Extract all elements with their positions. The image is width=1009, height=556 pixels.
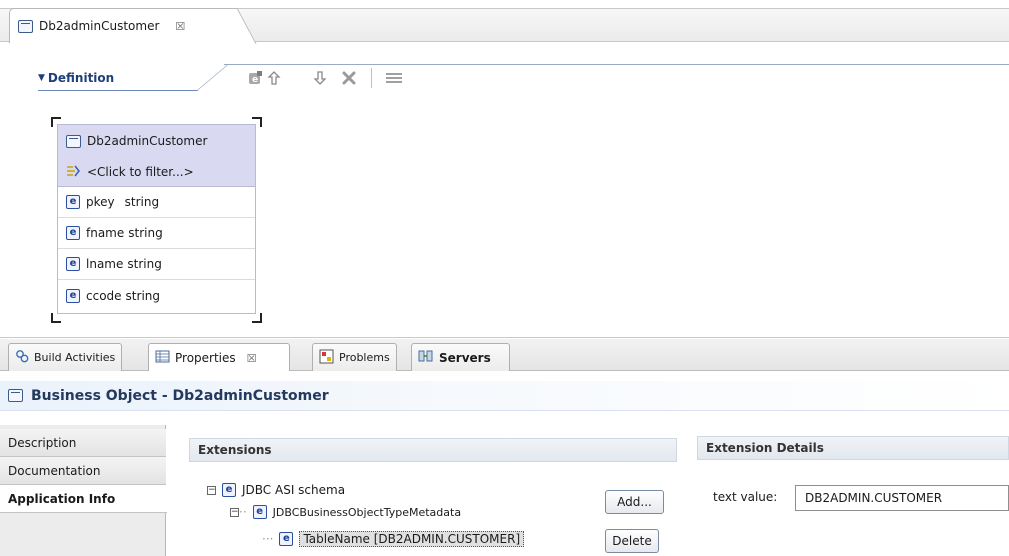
move-up-icon[interactable] xyxy=(264,68,284,88)
editor-tab-db2admincustomer[interactable]: Db2adminCustomer ☒ xyxy=(9,8,234,43)
attribute-name: lname xyxy=(86,257,124,271)
properties-side-tabs: Description Documentation Application In… xyxy=(0,425,167,556)
problems-icon xyxy=(319,349,334,367)
close-icon[interactable]: ☒ xyxy=(175,20,185,33)
business-object-header: Db2adminCustomer <Click to filter...> xyxy=(58,125,255,187)
element-icon: e xyxy=(222,483,236,497)
editor-tab-label: Db2adminCustomer xyxy=(39,19,160,33)
tab-properties[interactable]: Properties ☒ xyxy=(148,343,290,372)
collapse-icon[interactable]: − xyxy=(230,507,239,517)
element-icon: e xyxy=(66,257,80,271)
attribute-row[interactable]: e fname string xyxy=(58,218,255,249)
text-value-field[interactable]: DB2ADMIN.CUSTOMER xyxy=(795,485,1009,511)
side-tab-label: Documentation xyxy=(8,463,101,478)
collapse-icon[interactable]: − xyxy=(207,485,216,495)
definition-header-line xyxy=(224,64,1009,65)
tree-item-tablename[interactable]: ··· e TableName [DB2ADMIN.CUSTOMER] xyxy=(262,529,525,549)
business-object-icon xyxy=(8,389,23,402)
element-icon: e xyxy=(279,532,294,546)
side-tab-application-info[interactable]: Application Info xyxy=(0,485,167,513)
tree-item-label: TableName [DB2ADMIN.CUSTOMER] xyxy=(299,531,525,547)
tree-item-jdbc-asi-schema[interactable]: − e JDBC ASI schema xyxy=(207,480,345,500)
side-tab-label: Application Info xyxy=(8,491,116,506)
properties-icon xyxy=(155,350,170,366)
attribute-type: string xyxy=(124,195,160,209)
side-tab-documentation[interactable]: Documentation xyxy=(0,457,166,485)
element-icon: e xyxy=(66,288,80,303)
properties-title-bar: Business Object - Db2adminCustomer xyxy=(0,381,1009,411)
tab-label: Servers xyxy=(439,350,491,365)
text-value-label: text value: xyxy=(713,490,778,504)
tree-item-label: JDBC ASI schema xyxy=(242,483,346,497)
tab-label: Problems xyxy=(339,351,390,364)
business-object-node[interactable]: Db2adminCustomer <Click to filter...> e … xyxy=(57,124,256,314)
move-down-icon[interactable] xyxy=(310,68,330,88)
add-attribute-icon[interactable]: e xyxy=(245,68,265,88)
attribute-type: string xyxy=(127,257,162,271)
attribute-type: string xyxy=(128,226,163,240)
attribute-row[interactable]: e lname string xyxy=(58,249,255,280)
business-object-name: Db2adminCustomer xyxy=(87,134,208,148)
tree-item-jdbc-bo-type-metadata[interactable]: − ·· e JDBCBusinessObjectTypeMetadata xyxy=(230,502,461,522)
definition-underline xyxy=(38,90,198,91)
tree-connector-icon: ··· xyxy=(262,532,274,546)
tree-connector-icon: ·· xyxy=(239,505,247,519)
element-icon: e xyxy=(66,195,80,209)
section-title: Extensions xyxy=(198,443,272,457)
element-icon: e xyxy=(252,505,267,519)
selection-corner xyxy=(252,313,262,323)
business-object-icon xyxy=(18,19,33,33)
layout-icon[interactable] xyxy=(384,68,404,88)
side-tab-label: Description xyxy=(8,435,77,450)
tab-problems[interactable]: Problems xyxy=(312,343,397,371)
close-icon[interactable]: ☒ xyxy=(247,352,257,365)
selection-corner xyxy=(51,313,61,323)
definition-section-toggle[interactable]: ▼ Definition xyxy=(38,67,128,89)
side-tab-description[interactable]: Description xyxy=(0,429,166,457)
attribute-name: ccode xyxy=(86,288,122,303)
tab-build-activities[interactable]: Build Activities xyxy=(8,343,123,371)
svg-text:e: e xyxy=(252,75,258,85)
business-object-icon xyxy=(66,134,81,148)
attribute-row[interactable]: e pkey string xyxy=(58,187,255,218)
filter-placeholder: <Click to filter...> xyxy=(87,165,194,179)
delete-icon[interactable] xyxy=(339,68,359,88)
properties-title: Business Object - Db2adminCustomer xyxy=(31,387,329,404)
section-title: Extension Details xyxy=(706,441,824,455)
filter-icon xyxy=(66,164,81,181)
tab-label: Properties xyxy=(175,351,236,365)
filter-field[interactable]: <Click to filter...> xyxy=(58,157,255,187)
collapse-triangle-icon: ▼ xyxy=(38,73,45,83)
business-object-title[interactable]: Db2adminCustomer xyxy=(58,125,255,157)
extensions-section-header: Extensions xyxy=(189,438,677,462)
extension-details-header: Extension Details xyxy=(697,436,1009,460)
attribute-name: fname xyxy=(86,226,125,240)
tree-item-label: JDBCBusinessObjectTypeMetadata xyxy=(272,505,462,519)
build-activities-icon xyxy=(15,349,29,366)
delete-button[interactable]: Delete xyxy=(605,529,659,553)
element-icon: e xyxy=(66,226,80,240)
add-button[interactable]: Add... xyxy=(605,490,664,514)
attribute-type: string xyxy=(125,288,160,303)
servers-icon xyxy=(418,349,434,366)
text-value: DB2ADMIN.CUSTOMER xyxy=(805,491,943,505)
attribute-name: pkey xyxy=(86,195,115,209)
attribute-row[interactable]: e ccode string xyxy=(58,280,255,311)
definition-label: Definition xyxy=(47,71,115,85)
tab-label: Build Activities xyxy=(34,351,116,364)
toolbar-separator xyxy=(371,68,372,88)
tab-servers[interactable]: Servers xyxy=(411,343,510,371)
